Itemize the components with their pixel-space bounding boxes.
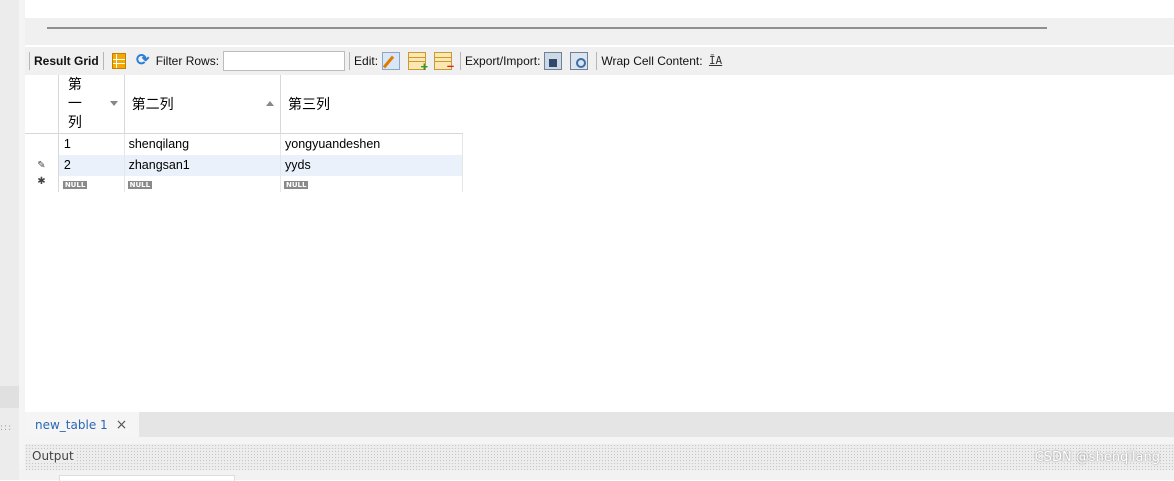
grid-icon[interactable] (111, 53, 126, 69)
tab-label: new_table 1 (35, 417, 108, 432)
output-selector[interactable] (59, 475, 235, 481)
left-panel-strip: ::: (0, 0, 19, 480)
sort-ascending-icon[interactable] (266, 101, 274, 106)
grid-cell[interactable]: yongyuandeshen (280, 133, 463, 155)
row-add-icon[interactable] (408, 52, 428, 74)
grid-header-row: 第一列 第二列 第三列 (25, 75, 463, 134)
edit-icon[interactable] (382, 52, 401, 70)
panel-gap (19, 437, 1174, 444)
filter-rows-input[interactable] (223, 51, 346, 71)
result-grid: 第一列 第二列 第三列 1 shenqilang yongyuandeshen … (25, 75, 463, 192)
wrap-cell-label: Wrap Cell Content: (601, 54, 703, 68)
result-toolbar: Result Grid ⟳ Filter Rows: Edit: Export/… (25, 47, 1174, 75)
grid-cell[interactable]: yyds (280, 154, 463, 176)
column-header-label: 第二列 (131, 95, 174, 112)
filter-rows-label: Filter Rows: (155, 54, 220, 68)
close-icon[interactable]: × (116, 418, 128, 432)
table-row[interactable]: 1 shenqilang yongyuandeshen (25, 133, 463, 155)
tab-new-table-1[interactable]: new_table 1 × (25, 412, 139, 437)
column-header-1[interactable]: 第一列 (58, 75, 125, 134)
grid-cell[interactable]: NULL (280, 175, 463, 192)
toolbar-separator (460, 52, 462, 70)
output-panel-header[interactable]: Output CSDN @shenqilang (25, 444, 1174, 470)
column-header-2[interactable]: 第二列 (124, 75, 282, 134)
export-icon[interactable] (544, 52, 563, 70)
toolbar-separator (596, 52, 598, 70)
null-badge: NULL (62, 180, 88, 189)
row-header-corner[interactable] (25, 75, 59, 134)
horizontal-scrollbar[interactable] (47, 27, 1047, 29)
column-header-label: 第一列 (67, 76, 82, 131)
row-marker[interactable] (25, 133, 59, 155)
export-import-label: Export/Import: (465, 54, 541, 68)
import-icon[interactable] (570, 52, 589, 70)
new-row-marker-icon[interactable]: ✱ (25, 175, 59, 192)
row-delete-icon[interactable] (434, 52, 454, 73)
refresh-icon[interactable]: ⟳ (134, 52, 152, 70)
grid-cell[interactable]: zhangsan1 (124, 154, 282, 176)
grid-cell[interactable]: shenqilang (124, 133, 282, 155)
output-panel-body (19, 470, 1174, 481)
toolbar-separator (29, 52, 30, 70)
wrap-icon[interactable]: ĪA (707, 52, 725, 70)
splitter-band[interactable] (25, 18, 1174, 45)
result-grid-label[interactable]: Result Grid (34, 54, 99, 68)
grid-cell[interactable]: NULL (58, 175, 125, 192)
column-header-label: 第三列 (288, 95, 330, 112)
row-edit-marker-icon[interactable]: ✎ (25, 154, 59, 176)
column-header-3[interactable]: 第三列 (280, 75, 463, 134)
table-row[interactable]: ✎ 2 zhangsan1 yyds (25, 154, 463, 176)
watermark: CSDN @shenqilang (1034, 450, 1160, 465)
left-panel-tab[interactable] (0, 386, 19, 408)
left-panel-splitter[interactable]: ::: (0, 418, 19, 438)
toolbar-separator (102, 52, 104, 70)
editor-area[interactable] (25, 0, 1174, 18)
edit-label: Edit: (354, 54, 379, 68)
sort-descending-icon[interactable] (109, 101, 118, 106)
new-row[interactable]: ✱ NULL NULL NULL (25, 175, 463, 192)
null-badge: NULL (284, 180, 309, 189)
grid-cell[interactable]: 2 (58, 154, 125, 176)
null-badge: NULL (127, 180, 153, 189)
result-tab-bar: new_table 1 × (25, 412, 1174, 437)
grid-cell[interactable]: NULL (124, 175, 282, 192)
output-label: Output (32, 449, 77, 463)
grid-cell[interactable]: 1 (58, 133, 125, 155)
toolbar-separator (349, 52, 351, 70)
